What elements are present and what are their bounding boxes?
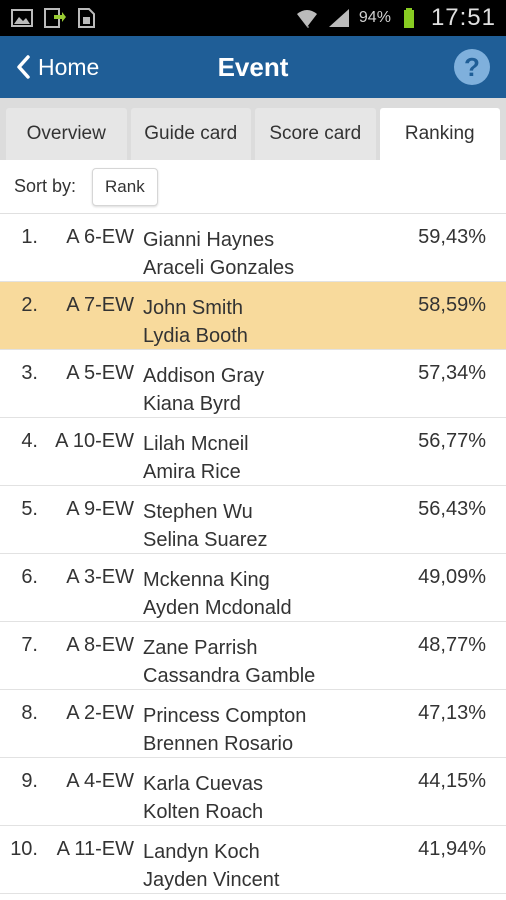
status-bar-notifications [10,7,98,29]
score-percent: 59,43% [418,226,486,248]
player-2-name: Araceli Gonzales [143,257,295,279]
back-label: Home [38,53,100,80]
chevron-left-icon [17,55,30,79]
status-bar-system: 94% 17:51 [295,4,496,32]
tab-bar: Overview Guide card Score card Ranking [0,98,506,160]
pair-names: John Smith Lydia Booth [143,294,248,350]
player-1-name: Karla Cuevas [143,773,264,795]
player-2-name: Cassandra Gamble [143,665,316,687]
pair-names: Mckenna King Ayden Mcdonald [143,566,292,622]
player-2-name: Lydia Booth [143,325,248,347]
pair-names: Princess Compton Brennen Rosario [143,702,306,758]
tab-guide-card[interactable]: Guide card [130,108,251,160]
app-bar: Home Event ? [0,36,506,98]
team-id: A 7-EW [66,294,134,316]
score-percent: 57,34% [418,362,486,384]
player-2-name: Brennen Rosario [143,733,294,755]
player-1-name: Mckenna King [143,569,270,591]
status-bar: 94% 17:51 [0,0,506,36]
tab-overview[interactable]: Overview [6,108,127,160]
player-1-name: Stephen Wu [143,501,253,523]
team-id: A 6-EW [66,226,134,248]
ranking-row[interactable]: 10. A 11-EW Landyn Koch Jayden Vincent 4… [0,826,506,894]
tab-ranking[interactable]: Ranking [379,108,500,160]
score-percent: 49,09% [418,566,486,588]
pair-names: Karla Cuevas Kolten Roach [143,770,263,826]
rank-number: 2. [21,294,38,316]
clock: 17:51 [430,4,496,31]
ranking-row[interactable]: 1. A 6-EW Gianni Haynes Araceli Gonzales… [0,214,506,282]
score-percent: 47,13% [418,702,486,724]
player-1-name: Princess Compton [143,705,307,727]
score-percent: 48,77% [418,634,486,656]
player-2-name: Kolten Roach [143,801,264,823]
ranking-row-highlighted[interactable]: 2. A 7-EW John Smith Lydia Booth 58,59% [0,282,506,350]
ranking-row[interactable]: 5. A 9-EW Stephen Wu Selina Suarez 56,43… [0,486,506,554]
pair-names: Gianni Haynes Araceli Gonzales [143,226,294,282]
pair-names: Lilah Mcneil Amira Rice [143,430,249,486]
rank-number: 1. [21,226,38,248]
rank-number: 4. [21,430,38,452]
battery-percent: 94% [358,9,391,26]
signal-icon [327,7,351,29]
team-id: A 9-EW [66,498,134,520]
home-back-button[interactable]: Home [0,36,99,98]
rank-number: 9. [21,770,38,792]
image-icon [10,7,34,29]
sort-bar: Sort by: Rank [0,160,506,214]
score-percent: 58,59% [418,294,486,316]
ranking-row[interactable]: 3. A 5-EW Addison Gray Kiana Byrd 57,34% [0,350,506,418]
team-id: A 3-EW [66,566,134,588]
team-id: A 10-EW [55,430,134,452]
player-2-name: Amira Rice [143,461,241,483]
battery-icon [399,7,423,29]
ranking-list: 1. A 6-EW Gianni Haynes Araceli Gonzales… [0,214,506,894]
team-id: A 4-EW [66,770,134,792]
rank-number: 5. [21,498,38,520]
player-2-name: Selina Suarez [143,529,268,551]
team-id: A 2-EW [66,702,134,724]
player-1-name: John Smith [143,297,244,319]
rank-number: 8. [21,702,38,724]
wifi-icon [295,7,319,29]
score-percent: 56,43% [418,498,486,520]
download-icon [42,7,66,29]
pair-names: Stephen Wu Selina Suarez [143,498,268,554]
team-id: A 8-EW [66,634,134,656]
ranking-row[interactable]: 7. A 8-EW Zane Parrish Cassandra Gamble … [0,622,506,690]
help-icon[interactable]: ? [454,49,490,85]
player-1-name: Zane Parrish [143,637,258,659]
tab-score-card[interactable]: Score card [255,108,376,160]
ranking-row[interactable]: 8. A 2-EW Princess Compton Brennen Rosar… [0,690,506,758]
team-id: A 11-EW [56,838,134,860]
rank-number: 10. [10,838,38,860]
player-1-name: Gianni Haynes [143,229,275,251]
player-1-name: Landyn Koch [143,841,260,863]
player-2-name: Jayden Vincent [143,869,280,891]
score-percent: 44,15% [418,770,486,792]
sort-label: Sort by: [14,176,77,196]
score-percent: 41,94% [418,838,486,860]
sim-card-icon [74,7,98,29]
score-percent: 56,77% [418,430,486,452]
pair-names: Zane Parrish Cassandra Gamble [143,634,315,690]
player-1-name: Lilah Mcneil [143,433,249,455]
player-2-name: Ayden Mcdonald [143,597,292,619]
pair-names: Addison Gray Kiana Byrd [143,362,264,418]
sort-rank-button[interactable]: Rank [92,167,158,206]
rank-number: 7. [21,634,38,656]
ranking-row[interactable]: 9. A 4-EW Karla Cuevas Kolten Roach 44,1… [0,758,506,826]
player-1-name: Addison Gray [143,365,265,387]
ranking-row[interactable]: 4. A 10-EW Lilah Mcneil Amira Rice 56,77… [0,418,506,486]
rank-number: 3. [21,362,38,384]
team-id: A 5-EW [66,362,134,384]
player-2-name: Kiana Byrd [143,393,241,415]
ranking-row[interactable]: 6. A 3-EW Mckenna King Ayden Mcdonald 49… [0,554,506,622]
rank-number: 6. [21,566,38,588]
pair-names: Landyn Koch Jayden Vincent [143,838,279,894]
